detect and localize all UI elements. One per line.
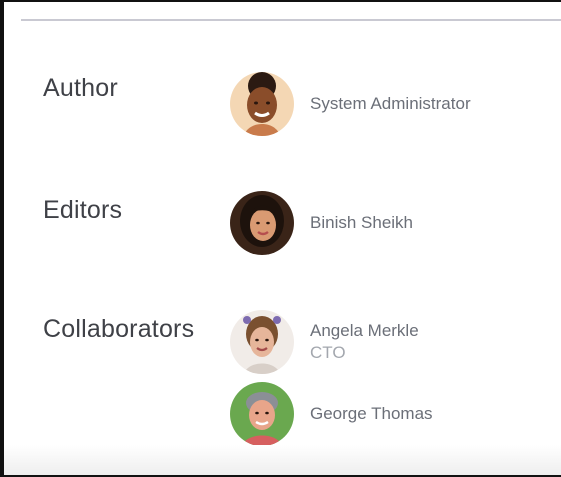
bottom-band (4, 445, 561, 475)
editors-label: Editors (43, 196, 123, 224)
person-name: System Administrator (310, 94, 471, 113)
avatar-george-thomas-icon[interactable] (230, 382, 294, 446)
collaborator-person-1[interactable]: George Thomas (230, 382, 433, 446)
collaborator-person-0[interactable]: Angela Merkle CTO (230, 310, 419, 374)
avatar-angela-merkle-icon[interactable] (230, 310, 294, 374)
author-person-text: System Administrator (310, 93, 471, 115)
person-name: Angela Merkle (310, 321, 419, 340)
person-name: George Thomas (310, 404, 433, 423)
top-divider (21, 19, 561, 21)
avatar-system-administrator-icon[interactable] (230, 72, 294, 136)
person-role: CTO (310, 343, 346, 362)
author-label: Author (43, 74, 118, 102)
author-person[interactable]: System Administrator (230, 72, 471, 136)
editor-person-text: Binish Sheikh (310, 212, 413, 234)
editor-person[interactable]: Binish Sheikh (230, 191, 413, 255)
avatar-binish-sheikh-icon[interactable] (230, 191, 294, 255)
collaborator-person-0-text: Angela Merkle CTO (310, 320, 419, 364)
collaborator-person-1-text: George Thomas (310, 403, 433, 425)
collaborators-label: Collaborators (43, 315, 195, 343)
person-name: Binish Sheikh (310, 213, 414, 232)
people-panel: Author System Administrator Editors Bini… (0, 0, 561, 477)
